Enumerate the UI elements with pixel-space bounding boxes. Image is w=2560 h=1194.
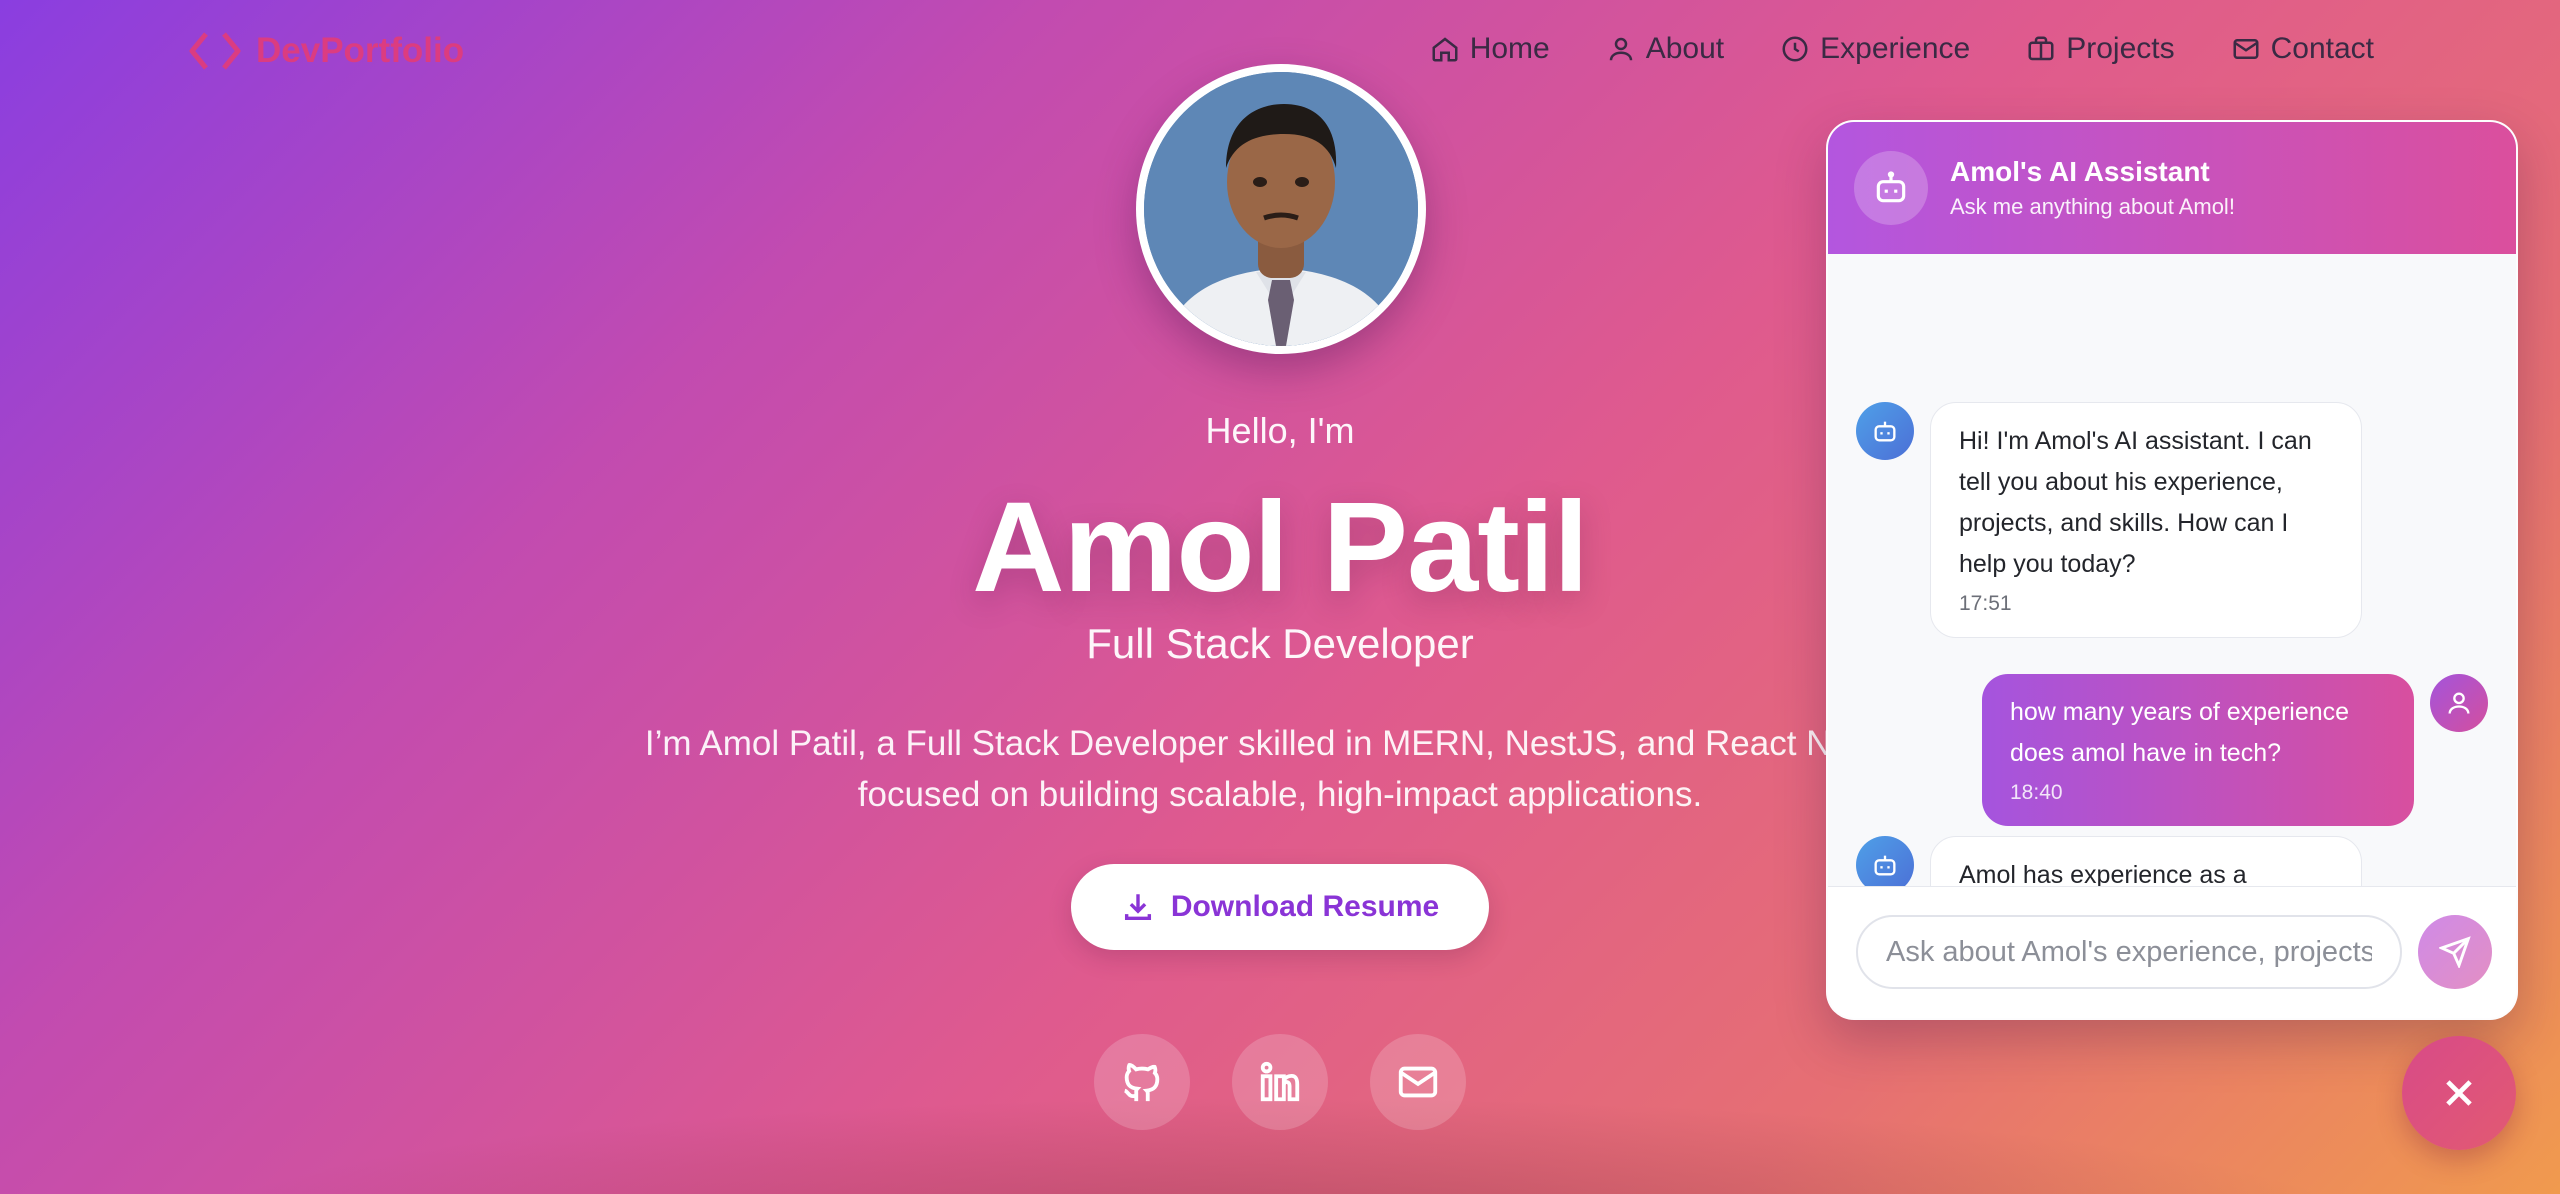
nav-item-projects[interactable]: Projects: [2026, 32, 2175, 66]
chat-header: Amol's AI Assistant Ask me anything abou…: [1828, 122, 2516, 254]
profile-photo: [1144, 72, 1418, 346]
chat-title: Amol's AI Assistant: [1950, 156, 2210, 187]
send-button[interactable]: [2418, 915, 2492, 989]
github-link[interactable]: [1094, 1034, 1190, 1130]
bot-icon: [1876, 171, 1906, 203]
linkedin-link[interactable]: [1232, 1034, 1328, 1130]
clock-icon: [1782, 36, 1808, 62]
close-icon: [2446, 1080, 2472, 1106]
message-text: how many years of experience does amol h…: [2010, 698, 2350, 767]
chat-bot-avatar: [1854, 151, 1928, 225]
logo[interactable]: DevPortfolio: [188, 28, 464, 74]
email-link[interactable]: [1370, 1034, 1466, 1130]
chat-input[interactable]: [1856, 915, 2402, 989]
close-chat-button[interactable]: [2402, 1036, 2516, 1150]
nav-item-about[interactable]: About: [1606, 32, 1724, 66]
message-time: 18:40: [2010, 781, 2063, 804]
code-icon: [189, 32, 241, 70]
ai-chat-panel: Amol's AI Assistant Ask me anything abou…: [1826, 120, 2518, 1020]
message-text: Hi! I'm Amol's AI assistant. I can tell …: [1959, 427, 2312, 578]
nav-item-label: Contact: [2270, 32, 2374, 65]
logo-text: DevPortfolio: [256, 31, 465, 70]
github-icon: [1123, 1063, 1160, 1102]
social-links: [1094, 1034, 1466, 1130]
download-resume-button[interactable]: Download Resume: [1071, 864, 1489, 950]
nav-item-label: About: [1645, 32, 1725, 65]
user-message-avatar: [2430, 674, 2488, 732]
user-icon: [2448, 692, 2470, 714]
nav-item-experience[interactable]: Experience: [1780, 32, 1970, 66]
chat-input-bar: [1828, 886, 2516, 1018]
user-message: how many years of experience does amol h…: [1982, 674, 2414, 826]
profile-photo-frame: [1136, 64, 1426, 354]
nav-item-label: Home: [1469, 32, 1550, 65]
message-time: 17:51: [1959, 592, 2012, 615]
mail-icon: [1398, 1066, 1438, 1098]
briefcase-icon: [2028, 36, 2054, 61]
hero-bio: I’m Amol Patil, a Full Stack Developer s…: [644, 724, 1916, 814]
download-icon: [1124, 894, 1151, 921]
home-icon: [1432, 37, 1458, 62]
download-resume-label: Download Resume: [1170, 890, 1440, 923]
nav-item-label: Projects: [2066, 32, 2175, 65]
mail-icon: [2233, 39, 2259, 59]
linkedin-icon: [1260, 1061, 1300, 1102]
bot-icon: [1874, 855, 1896, 876]
user-icon: [1609, 37, 1632, 61]
nav-item-home[interactable]: Home: [1430, 32, 1550, 66]
bot-message: Hi! I'm Amol's AI assistant. I can tell …: [1930, 402, 2362, 638]
nav-item-contact[interactable]: Contact: [2231, 32, 2374, 66]
portrait-illustration: [1144, 72, 1418, 346]
send-icon: [2439, 936, 2471, 968]
chat-subtitle: Ask me anything about Amol!: [1950, 194, 2235, 219]
bot-icon: [1874, 421, 1896, 442]
nav-menu: Home About Experience Projects Contact: [1430, 32, 2374, 66]
bot-message-avatar: [1856, 402, 1914, 460]
nav-item-label: Experience: [1820, 32, 1971, 65]
